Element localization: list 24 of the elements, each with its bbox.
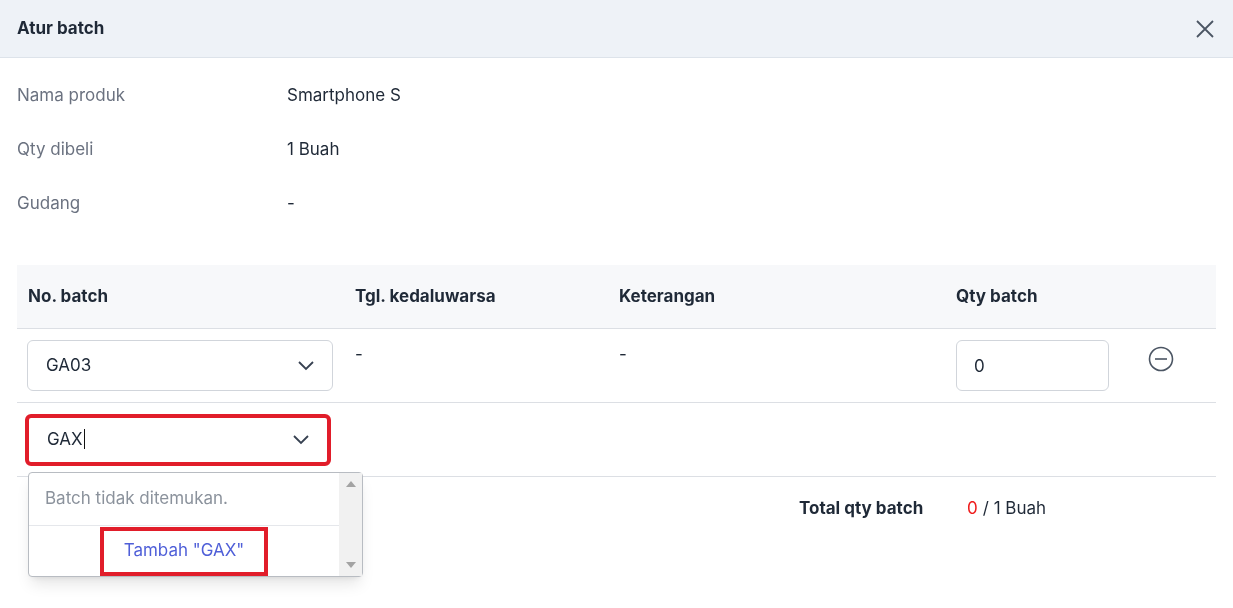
column-header: Tgl. kedaluwarsa (355, 284, 497, 308)
batch-select[interactable]: GA03 (27, 340, 333, 391)
table-cell-text: - (355, 343, 364, 366)
dialog-title: Atur batch (17, 16, 105, 40)
info-label: Qty dibeli (17, 137, 95, 161)
add-option[interactable]: Tambah "GAX" (99, 526, 269, 576)
info-value: Smartphone S (287, 83, 401, 107)
close-icon[interactable] (1194, 17, 1216, 40)
column-header: Qty batch (956, 284, 1039, 308)
batch-search-field[interactable]: GAX (25, 414, 331, 466)
total-count: 0 (967, 497, 978, 521)
info-value: - (287, 191, 295, 215)
info-value: 1 Buah (287, 137, 340, 161)
qty-input[interactable]: 0 (956, 340, 1109, 391)
remove-icon[interactable] (1148, 346, 1174, 372)
total-value: / 1 Buah (982, 497, 1047, 521)
column-header: Keterangan (619, 284, 717, 308)
chevron-down-icon (293, 435, 309, 445)
total-label: Total qty batch (799, 497, 925, 521)
column-header: No. batch (27, 284, 109, 308)
table-cell-text: - (619, 343, 628, 366)
info-label: Gudang (17, 191, 82, 215)
chevron-down-icon (298, 360, 314, 371)
info-label: Nama produk (17, 83, 127, 107)
